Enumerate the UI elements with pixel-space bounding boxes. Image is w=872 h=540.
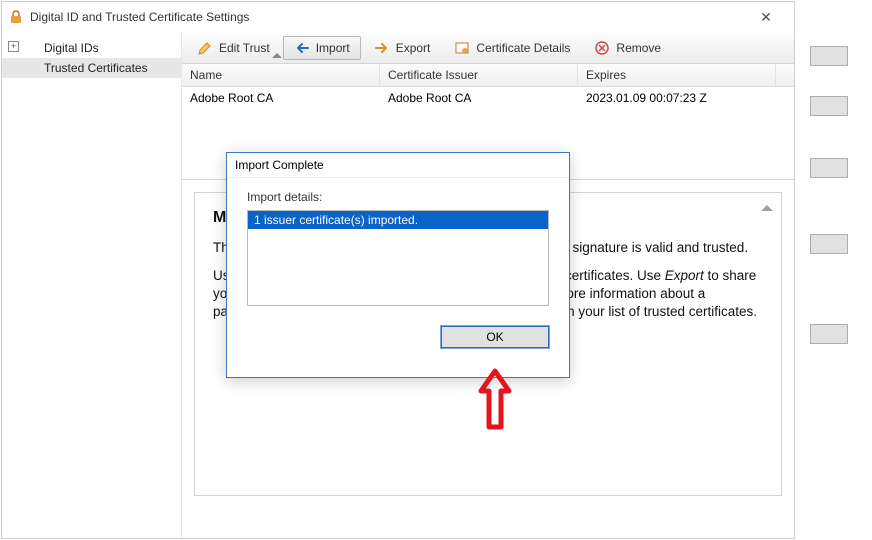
ok-button[interactable]: OK [441,326,549,348]
export-button[interactable]: Export [363,36,442,60]
remove-button[interactable]: Remove [583,36,672,60]
sidebar-item-trusted-certificates[interactable]: Trusted Certificates [2,58,181,78]
certificate-icon [454,40,470,56]
bg-button-4[interactable] [810,234,848,254]
bg-button-2[interactable] [810,96,848,116]
toolbar-label: Certificate Details [476,41,570,55]
cell-issuer: Adobe Root CA [380,87,578,109]
close-icon: ✕ [760,9,772,26]
toolbar-label: Remove [616,41,661,55]
titlebar: Digital ID and Trusted Certificate Setti… [2,2,794,32]
dialog-title: Import Complete [227,153,569,178]
table-row[interactable]: Adobe Root CA Adobe Root CA 2023.01.09 0… [182,87,794,109]
pencil-icon [197,40,213,56]
column-header-name[interactable]: Name [182,64,380,86]
import-details-row[interactable]: 1 issuer certificate(s) imported. [248,211,548,229]
sidebar: + Digital IDs Trusted Certificates [2,32,182,538]
toolbar-label: Export [396,41,431,55]
cell-name: Adobe Root CA [182,87,380,109]
scroll-up-icon[interactable] [761,205,773,211]
sort-ascending-icon [272,53,282,58]
column-header-expires[interactable]: Expires [578,64,776,86]
bg-button-5[interactable] [810,324,848,344]
window-close-button[interactable]: ✕ [744,3,788,31]
tree-expand-icon[interactable]: + [8,41,19,52]
import-complete-dialog: Import Complete Import details: 1 issuer… [226,152,570,378]
sidebar-item-label: Digital IDs [44,41,99,55]
toolbar-label: Edit Trust [219,41,270,55]
bg-button-3[interactable] [810,158,848,178]
cell-expires: 2023.01.09 00:07:23 Z [578,87,776,109]
window-title: Digital ID and Trusted Certificate Setti… [30,10,744,24]
certificate-details-button[interactable]: Certificate Details [443,36,581,60]
export-arrow-icon [374,40,390,56]
remove-icon [594,40,610,56]
import-button[interactable]: Import [283,36,361,60]
lock-icon [8,9,24,25]
import-arrow-icon [294,40,310,56]
bg-button-1[interactable] [810,46,848,66]
sidebar-item-label: Trusted Certificates [44,61,148,75]
toolbar: Edit Trust Import Export Certificate Det… [182,32,794,64]
sidebar-item-digital-ids[interactable]: + Digital IDs [2,38,181,58]
import-details-label: Import details: [247,190,549,204]
import-details-list[interactable]: 1 issuer certificate(s) imported. [247,210,549,306]
column-header-issuer[interactable]: Certificate Issuer [380,64,578,86]
toolbar-label: Import [316,41,350,55]
edit-trust-button[interactable]: Edit Trust [186,36,281,60]
